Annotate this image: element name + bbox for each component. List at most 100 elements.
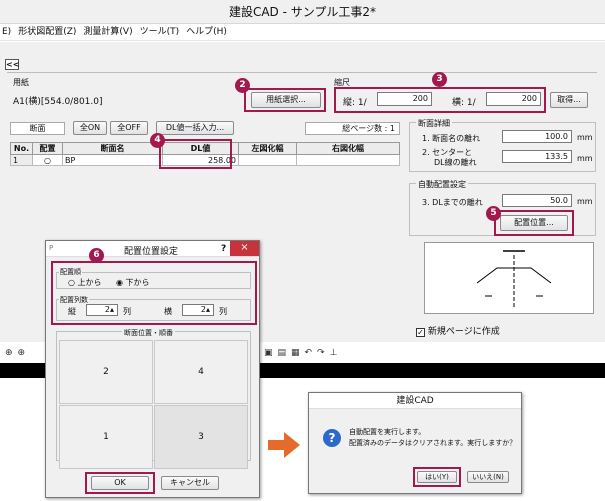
undo-icon[interactable]: ↶ bbox=[304, 348, 312, 358]
cell-section-name[interactable]: BP bbox=[62, 154, 163, 166]
question-icon: ? bbox=[323, 429, 341, 447]
cols-vertical-unit: 列 bbox=[123, 307, 131, 316]
menu-item-tools[interactable]: ツール(T) bbox=[140, 24, 180, 40]
auto-row3-label: 3. DLまでの離れ bbox=[422, 198, 483, 207]
menu-item-survey[interactable]: 測量計算(V) bbox=[83, 24, 132, 40]
col-placement: 配置 bbox=[32, 142, 63, 155]
collapse-button[interactable]: << bbox=[5, 59, 19, 70]
detail-row1-input[interactable]: 100.0 bbox=[502, 130, 572, 143]
no-button[interactable]: いいえ(N) bbox=[467, 471, 509, 483]
col-section-name: 断面名 bbox=[62, 142, 163, 155]
cell-placement[interactable]: ○ bbox=[32, 154, 63, 166]
order-bottom-label: 下から bbox=[125, 278, 150, 287]
zoom-out-icon[interactable]: ⊕ bbox=[18, 348, 26, 358]
window-title: 建設CAD - サンプル工事2* bbox=[228, 5, 377, 19]
col-right-width: 右図化幅 bbox=[296, 142, 400, 155]
dl-value-highlight bbox=[159, 139, 232, 169]
placement-position-button[interactable]: 配置位置... bbox=[500, 215, 568, 231]
col-no: No. bbox=[10, 142, 33, 155]
scale-vertical-input[interactable]: 200 bbox=[377, 92, 432, 106]
layer-icon[interactable]: ▤ bbox=[277, 348, 286, 358]
menu-item-edit[interactable]: E) bbox=[2, 24, 11, 40]
auto-row3-unit: mm bbox=[577, 197, 593, 206]
cell-no: 1 bbox=[10, 154, 33, 166]
detail-row1-unit: mm bbox=[577, 133, 593, 142]
section-preview-drawing bbox=[476, 250, 552, 309]
cols-label: 配置列数 bbox=[59, 295, 89, 305]
tab-section-label: 断面 bbox=[29, 124, 46, 133]
window-title-bar: 建設CAD - サンプル工事2* bbox=[0, 0, 605, 24]
help-icon[interactable]: ? bbox=[221, 244, 226, 254]
new-page-option[interactable]: ✓ 新規ページに作成 bbox=[416, 324, 500, 337]
confirm-message-line1: 自動配置を実行します。 bbox=[349, 428, 426, 436]
grid-icon[interactable]: ▦ bbox=[291, 348, 300, 358]
grid-cell-bottom-right[interactable]: 3 bbox=[154, 405, 248, 469]
order-top-label: 上から bbox=[77, 278, 102, 287]
menu-item-shape-placement[interactable]: 形状図配置(Z) bbox=[18, 24, 76, 40]
ok-button[interactable]: OK bbox=[91, 476, 149, 490]
print-icon[interactable]: ▣ bbox=[264, 348, 273, 358]
new-page-label: 新規ページに作成 bbox=[427, 327, 500, 337]
detail-row2-label-b: DL線の離れ bbox=[434, 158, 477, 167]
cancel-button[interactable]: キャンセル bbox=[161, 476, 219, 490]
section-detail-label: 断面詳細 bbox=[416, 118, 452, 129]
step-badge-5: 5 bbox=[486, 206, 501, 221]
confirm-title: 建設CAD bbox=[396, 396, 434, 406]
redo-icon[interactable]: ↷ bbox=[317, 348, 325, 358]
detail-row2-input[interactable]: 133.5 bbox=[502, 150, 572, 163]
cell-left-width[interactable] bbox=[238, 154, 297, 166]
cols-vertical-label: 縦 bbox=[68, 307, 76, 316]
order-top-radio[interactable]: ○ 上から bbox=[68, 277, 102, 288]
cols-horizontal-value: 2 bbox=[200, 305, 206, 314]
auto-placement-label: 自動配置設定 bbox=[416, 179, 468, 190]
step-badge-4: 4 bbox=[150, 133, 165, 148]
cols-horizontal-label: 横 bbox=[164, 307, 172, 316]
position-grid-label: 断面位置・順番 bbox=[122, 328, 175, 338]
all-off-button[interactable]: 全OFF bbox=[110, 121, 148, 135]
paper-section-label: 用紙 bbox=[13, 78, 29, 87]
grid-cell-bottom-left[interactable]: 1 bbox=[59, 405, 153, 469]
cols-vertical-spinner[interactable]: 2▴ bbox=[86, 304, 118, 316]
cols-horizontal-spinner[interactable]: 2▴ bbox=[182, 304, 214, 316]
cell-right-width[interactable] bbox=[296, 154, 400, 166]
measure-icon[interactable]: ⊥ bbox=[330, 348, 338, 358]
placement-dialog-title: 配置位置設定 bbox=[124, 247, 179, 257]
app-icon: P bbox=[49, 244, 54, 252]
scale-fetch-button[interactable]: 取得... bbox=[550, 92, 588, 108]
auto-row3-input[interactable]: 50.0 bbox=[502, 194, 572, 207]
tab-section[interactable]: 断面 bbox=[10, 122, 65, 135]
new-page-checkbox[interactable]: ✓ bbox=[416, 328, 425, 337]
step-badge-6: 6 bbox=[89, 248, 104, 263]
zoom-in-icon[interactable]: ⊕ bbox=[5, 348, 13, 358]
section-preview bbox=[424, 242, 594, 314]
confirm-dialog: 建設CAD ? 自動配置を実行します。 配置済みのデータはクリアされます。実行し… bbox=[308, 392, 522, 494]
cols-horizontal-unit: 列 bbox=[219, 307, 227, 316]
menu-item-help[interactable]: ヘルプ(H) bbox=[186, 24, 227, 40]
scale-vertical-label: 縦: 1/ bbox=[343, 98, 367, 108]
placement-dialog: P 配置位置設定 ? × 配置順 ○ 上から ◉ 下から 配置列数 縦 2▴ 列… bbox=[45, 240, 260, 498]
yes-button[interactable]: はい(Y) bbox=[417, 471, 457, 483]
next-step-arrow-icon bbox=[268, 432, 300, 458]
paper-select-button[interactable]: 用紙選択... bbox=[251, 92, 321, 108]
detail-row1-label: 1. 断面名の離れ bbox=[422, 134, 481, 143]
order-bottom-radio[interactable]: ◉ 下から bbox=[116, 277, 150, 288]
all-on-button[interactable]: 全ON bbox=[73, 121, 107, 135]
scale-horizontal-label: 横: 1/ bbox=[452, 98, 476, 108]
placement-dialog-titlebar: P 配置位置設定 ? × bbox=[46, 241, 259, 257]
dl-bulk-input-button[interactable]: DL値一括入力... bbox=[156, 121, 234, 135]
menu-bar: E) 形状図配置(Z) 測量計算(V) ツール(T) ヘルプ(H) bbox=[0, 24, 605, 41]
order-label: 配置順 bbox=[59, 267, 82, 277]
total-pages: 総ページ数 : 1 bbox=[305, 122, 400, 135]
scale-horizontal-input[interactable]: 200 bbox=[486, 92, 541, 106]
step-badge-2: 2 bbox=[235, 78, 250, 93]
cols-vertical-value: 2 bbox=[104, 305, 110, 314]
grid-cell-top-left[interactable]: 2 bbox=[59, 340, 153, 404]
grid-cell-top-right[interactable]: 4 bbox=[154, 340, 248, 404]
paper-size-value: A1(横)[554.0/801.0] bbox=[13, 97, 103, 107]
divider bbox=[7, 72, 597, 73]
col-left-width: 左図化幅 bbox=[238, 142, 297, 155]
close-icon[interactable]: × bbox=[230, 241, 259, 256]
confirm-message-line2: 配置済みのデータはクリアされます。実行しますか？ bbox=[349, 439, 517, 447]
detail-row2-unit: mm bbox=[577, 154, 593, 163]
step-badge-3: 3 bbox=[432, 72, 447, 87]
